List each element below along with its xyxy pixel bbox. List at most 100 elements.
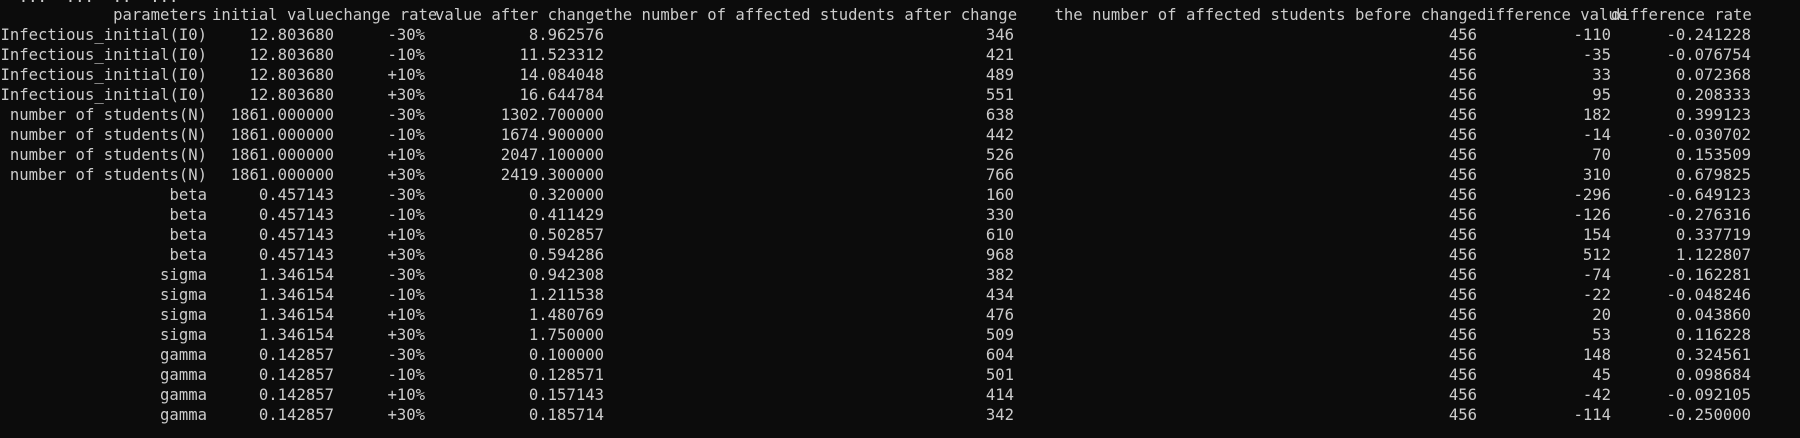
cell-value-after-change: 14.084048 — [519, 66, 605, 84]
cell-initial-value: 1.346154 — [258, 306, 334, 324]
cell-difference-rate: -0.649123 — [1666, 186, 1752, 204]
table-row: beta 0.457143 +10% 0.502857 610 456 154 0.33771… — [0, 225, 1800, 245]
cell-parameter: number of students(N) — [9, 146, 207, 164]
cell-affected-before: 456 — [1448, 106, 1477, 124]
cell-affected-after: 346 — [985, 26, 1014, 44]
cell-value-after-change: 0.185714 — [528, 406, 604, 424]
cell-parameter: number of students(N) — [9, 166, 207, 184]
table-row: Infectious_initial(I0) 12.803680 -10% 11.52… — [0, 45, 1800, 65]
cell-parameter: sigma — [160, 326, 207, 344]
cell-difference-rate: -0.030702 — [1666, 126, 1752, 144]
cell-affected-before: 456 — [1448, 146, 1477, 164]
cell-difference-value: -110 — [1573, 26, 1611, 44]
cell-affected-after: 442 — [985, 126, 1014, 144]
table-row: gamma 0.142857 +10% 0.157143 414 456 -42 -0.092… — [0, 385, 1800, 405]
cell-difference-value: 70 — [1592, 146, 1611, 164]
header-affected-after: the number of affected students after ch… — [604, 6, 1018, 24]
cell-affected-before: 456 — [1448, 386, 1477, 404]
cell-difference-value: -42 — [1582, 386, 1611, 404]
cell-value-after-change: 0.320000 — [528, 186, 604, 204]
cell-difference-value: 33 — [1592, 66, 1611, 84]
cell-change-rate: -10% — [387, 286, 425, 304]
cell-initial-value: 1.346154 — [258, 286, 334, 304]
header-affected-before: the number of affected students before c… — [1054, 6, 1477, 24]
cell-change-rate: -10% — [387, 366, 425, 384]
cell-affected-before: 456 — [1448, 406, 1477, 424]
cell-change-rate: +10% — [387, 66, 425, 84]
header-difference-rate: difference rate — [1611, 6, 1752, 24]
cell-difference-value: 310 — [1582, 166, 1611, 184]
cell-affected-before: 456 — [1448, 66, 1477, 84]
header-difference-value: difference value — [1477, 6, 1628, 24]
cell-affected-after: 160 — [985, 186, 1014, 204]
cell-affected-after: 414 — [985, 386, 1014, 404]
cell-parameter: number of students(N) — [9, 106, 207, 124]
cell-affected-after: 509 — [985, 326, 1014, 344]
table-row: gamma 0.142857 -10% 0.128571 501 456 45 0.09868… — [0, 365, 1800, 385]
table-row: number of students(N) 1861.000000 +10% 2047… — [0, 145, 1800, 165]
terminal-window[interactable]: ... ... .. ... parameters initial value … — [0, 0, 1800, 438]
cell-parameter: Infectious_initial(I0) — [0, 66, 207, 84]
cell-difference-value: 154 — [1582, 226, 1611, 244]
cell-change-rate: +10% — [387, 306, 425, 324]
cell-value-after-change: 0.411429 — [528, 206, 604, 224]
cell-difference-rate: 0.399123 — [1675, 106, 1751, 124]
cell-difference-rate: -0.162281 — [1666, 266, 1752, 284]
cell-difference-value: 45 — [1592, 366, 1611, 384]
cell-initial-value: 1861.000000 — [230, 126, 334, 144]
cell-value-after-change: 11.523312 — [519, 46, 605, 64]
cell-difference-rate: 0.337719 — [1675, 226, 1751, 244]
cell-value-after-change: 0.100000 — [528, 346, 604, 364]
cell-parameter: sigma — [160, 306, 207, 324]
table-row: beta 0.457143 +30% 0.594286 968 456 512 1.12280… — [0, 245, 1800, 265]
cell-change-rate: -10% — [387, 126, 425, 144]
cell-affected-after: 421 — [985, 46, 1014, 64]
cell-initial-value: 1861.000000 — [230, 146, 334, 164]
cell-initial-value: 0.457143 — [258, 206, 334, 224]
output-table: parameters initial value change rate val… — [0, 5, 1800, 425]
cell-affected-before: 456 — [1448, 366, 1477, 384]
cell-difference-value: -14 — [1582, 126, 1611, 144]
cell-affected-before: 456 — [1448, 86, 1477, 104]
cell-parameter: beta — [169, 226, 207, 244]
cell-initial-value: 0.457143 — [258, 246, 334, 264]
cell-change-rate: -10% — [387, 46, 425, 64]
cell-affected-before: 456 — [1448, 226, 1477, 244]
cell-difference-rate: 0.116228 — [1675, 326, 1751, 344]
cell-difference-value: 182 — [1582, 106, 1611, 124]
cell-affected-before: 456 — [1448, 186, 1477, 204]
cell-affected-after: 968 — [985, 246, 1014, 264]
cell-difference-value: -22 — [1582, 286, 1611, 304]
cell-parameter: Infectious_initial(I0) — [0, 46, 207, 64]
cell-difference-value: -296 — [1573, 186, 1611, 204]
table-body: Infectious_initial(I0) 12.803680 -30% 8.962… — [0, 25, 1800, 425]
cell-difference-rate: 0.324561 — [1675, 346, 1751, 364]
table-header-row: parameters initial value change rate val… — [0, 5, 1800, 25]
cell-initial-value: 1.346154 — [258, 326, 334, 344]
cell-initial-value: 12.803680 — [249, 86, 335, 104]
cell-value-after-change: 8.962576 — [528, 26, 604, 44]
cell-value-after-change: 1.480769 — [528, 306, 604, 324]
table-row: sigma 1.346154 -10% 1.211538 434 456 -22 -0.048… — [0, 285, 1800, 305]
cell-initial-value: 1861.000000 — [230, 166, 334, 184]
cell-difference-value: 53 — [1592, 326, 1611, 344]
cell-value-after-change: 1.211538 — [528, 286, 604, 304]
cell-difference-rate: 0.043860 — [1675, 306, 1751, 324]
cell-affected-after: 501 — [985, 366, 1014, 384]
cell-initial-value: 0.142857 — [258, 366, 334, 384]
cell-value-after-change: 0.128571 — [528, 366, 604, 384]
cell-difference-value: -35 — [1582, 46, 1611, 64]
cell-affected-after: 342 — [985, 406, 1014, 424]
cell-value-after-change: 16.644784 — [519, 86, 605, 104]
cell-change-rate: -30% — [387, 346, 425, 364]
cell-parameter: Infectious_initial(I0) — [0, 26, 207, 44]
cell-parameter: beta — [169, 186, 207, 204]
cell-affected-after: 551 — [985, 86, 1014, 104]
cell-value-after-change: 2419.300000 — [500, 166, 604, 184]
cell-initial-value: 12.803680 — [249, 46, 335, 64]
cell-affected-before: 456 — [1448, 166, 1477, 184]
cell-difference-rate: -0.076754 — [1666, 46, 1752, 64]
cell-affected-before: 456 — [1448, 346, 1477, 364]
cell-affected-before: 456 — [1448, 326, 1477, 344]
cell-initial-value: 1.346154 — [258, 266, 334, 284]
